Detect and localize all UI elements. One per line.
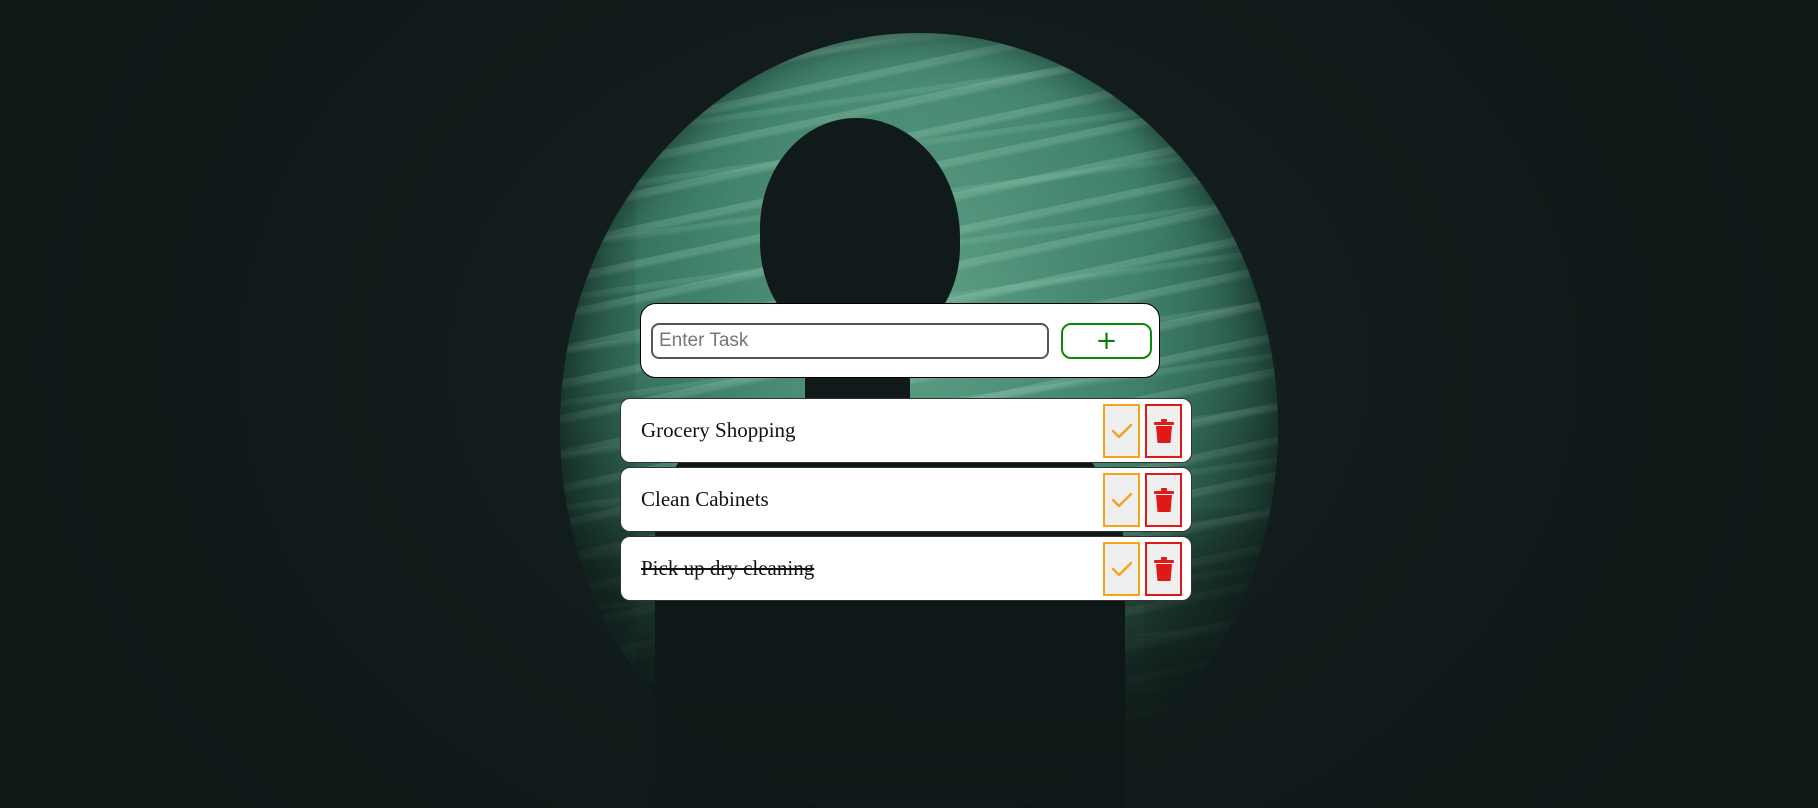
trash-icon	[1153, 419, 1174, 443]
delete-task-button[interactable]	[1145, 404, 1182, 458]
new-task-card: +	[640, 303, 1160, 378]
check-icon	[1111, 423, 1132, 439]
delete-task-button[interactable]	[1145, 542, 1182, 596]
task-text: Clean Cabinets	[641, 487, 769, 511]
task-list: Grocery Shopping Clean Cabinets Pick up …	[620, 398, 1192, 605]
task-input[interactable]	[651, 323, 1049, 359]
task-item: Pick up dry cleaning	[620, 536, 1192, 601]
task-text: Pick up dry cleaning	[641, 556, 815, 580]
complete-task-button[interactable]	[1103, 473, 1140, 527]
trash-icon	[1153, 557, 1174, 581]
trash-icon	[1153, 488, 1174, 512]
complete-task-button[interactable]	[1103, 404, 1140, 458]
check-icon	[1111, 492, 1132, 508]
task-text: Grocery Shopping	[641, 418, 796, 442]
add-task-button[interactable]: +	[1061, 323, 1152, 359]
complete-task-button[interactable]	[1103, 542, 1140, 596]
delete-task-button[interactable]	[1145, 473, 1182, 527]
check-icon	[1111, 561, 1132, 577]
task-item: Grocery Shopping	[620, 398, 1192, 463]
task-item: Clean Cabinets	[620, 467, 1192, 532]
